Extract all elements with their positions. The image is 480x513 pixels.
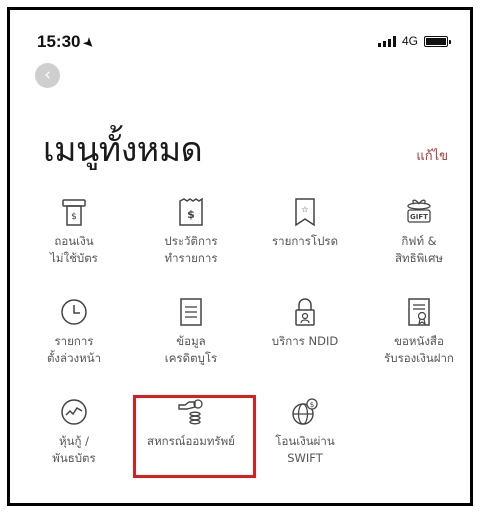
menu-item-cardless-withdrawal[interactable]: $ ถอนเงิน ไม่ใช้บัตร — [19, 196, 129, 267]
back-button[interactable]: ‹ — [35, 63, 60, 88]
menu-item-label: รับรองเงินฝาก — [384, 351, 454, 365]
menu-item-ndid[interactable]: บริการ NDID — [250, 296, 360, 350]
ndid-identity-icon — [295, 298, 315, 326]
menu-item-swift-transfer[interactable]: $ โอนเงินผ่าน SWIFT — [250, 396, 360, 467]
menu-item-favorites[interactable]: ☆ รายการโปรด — [250, 196, 360, 250]
edit-button[interactable]: แก้ไข — [416, 145, 448, 166]
scheduled-clock-icon — [61, 299, 87, 325]
menu-item-label: ข้อมูล — [176, 334, 206, 348]
deposit-certificate-icon — [408, 298, 430, 326]
highlight-box — [133, 395, 256, 478]
menu-item-label: บริการ NDID — [271, 334, 339, 348]
svg-text:☆: ☆ — [301, 205, 308, 214]
menu-item-label: กิฟท์ & — [401, 234, 437, 248]
network-type: 4G — [401, 34, 418, 48]
menu-item-label: ทำรายการ — [164, 251, 218, 265]
menu-item-label: ถอนเงิน — [54, 234, 94, 248]
menu-item-bonds[interactable]: หุ้นกู้ / พันธบัตร — [19, 396, 129, 467]
bonds-chart-icon — [61, 399, 87, 425]
transaction-history-icon: $ — [179, 197, 203, 226]
menu-item-label: รายการโปรด — [271, 234, 339, 248]
menu-item-label: พันธบัตร — [52, 451, 96, 465]
menu-item-gift[interactable]: GIFT กิฟท์ & สิทธิพิเศษ — [364, 196, 470, 267]
menu-item-label: ไม่ใช้บัตร — [50, 251, 98, 265]
svg-text:$: $ — [71, 212, 77, 222]
favorites-icon: ☆ — [295, 198, 315, 227]
credit-bureau-document-icon — [180, 298, 202, 326]
menu-item-label: หุ้นกู้ / — [59, 434, 89, 448]
screen-frame: 15:30➤ 4G ‹ เมนูทั้งหมด แก้ไข $ ถอนเงิน … — [7, 7, 473, 506]
status-indicators: 4G — [377, 34, 451, 48]
swift-globe-transfer-icon: $ — [292, 398, 318, 425]
clock-text: 15:30 — [37, 32, 81, 51]
svg-text:GIFT: GIFT — [410, 213, 428, 221]
menu-item-label: โอนเงินผ่าน — [275, 434, 335, 448]
status-bar: 15:30➤ 4G — [10, 10, 470, 54]
menu-item-label: ตั้งล่วงหน้า — [46, 351, 102, 365]
menu-item-label: เครดิตบูโร — [164, 351, 218, 365]
menu-item-label: สิทธิพิเศษ — [394, 251, 443, 265]
menu-item-deposit-certificate[interactable]: ขอหนังสือ รับรองเงินฝาก — [364, 296, 470, 367]
atm-cardless-icon: $ — [62, 199, 86, 226]
menu-item-transaction-history[interactable]: $ ประวัติการ ทำรายการ — [136, 196, 246, 267]
menu-item-scheduled[interactable]: รายการ ตั้งล่วงหน้า — [19, 296, 129, 367]
location-arrow-icon: ➤ — [81, 34, 99, 52]
battery-icon — [424, 35, 451, 47]
svg-text:$: $ — [187, 208, 195, 221]
menu-item-label: ประวัติการ — [164, 234, 218, 248]
status-time: 15:30➤ — [37, 32, 99, 52]
gift-icon: GIFT — [407, 199, 431, 223]
menu-item-label: ขอหนังสือ — [394, 334, 444, 348]
page-title: เมนูทั้งหมด — [43, 130, 203, 170]
svg-text:$: $ — [310, 401, 314, 409]
menu-item-label: รายการ — [54, 334, 94, 348]
menu-item-label: SWIFT — [287, 451, 323, 465]
signal-strength-icon — [377, 35, 396, 47]
chevron-left-icon: ‹ — [44, 65, 51, 85]
menu-item-credit-bureau[interactable]: ข้อมูล เครดิตบูโร — [136, 296, 246, 367]
